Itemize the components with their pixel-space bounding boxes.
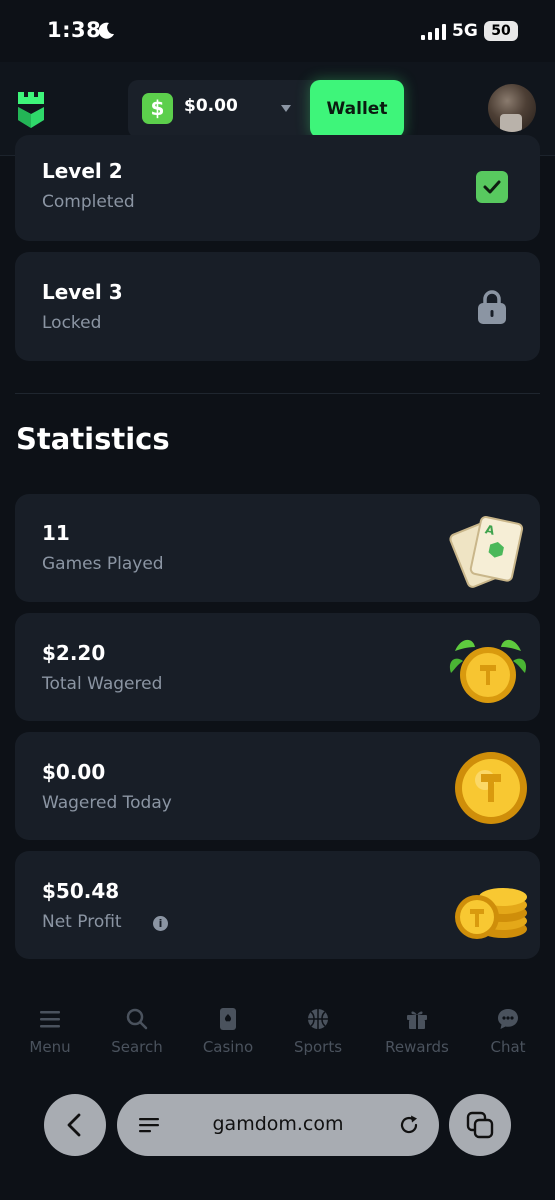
avatar[interactable] (488, 84, 536, 132)
level-status: Locked (42, 313, 102, 333)
stat-value: $2.20 (42, 641, 106, 665)
battery-indicator: 50 (484, 21, 518, 41)
casino-icon (220, 1008, 236, 1030)
info-icon[interactable]: i (153, 916, 168, 931)
url-text: gamdom.com (212, 1113, 344, 1135)
nav-item-search[interactable]: Search (92, 1005, 182, 1065)
dollar-icon: $ (142, 93, 173, 124)
stat-value: $50.48 (42, 879, 120, 903)
bottom-nav: Menu Search Casino Sports Rewards Chat (0, 1005, 555, 1065)
nav-item-rewards[interactable]: Rewards (372, 1005, 462, 1065)
nav-item-menu[interactable]: Menu (5, 1005, 95, 1065)
balance-amount: $0.00 (184, 96, 238, 116)
gamdom-logo-icon[interactable] (14, 90, 48, 130)
signal-icon (421, 24, 446, 40)
search-icon (126, 1008, 148, 1030)
section-divider (15, 393, 540, 394)
balance-selector[interactable]: $ $0.00 Wallet (128, 80, 404, 138)
nav-label: Rewards (385, 1038, 449, 1056)
level-card: Level 3 Locked (15, 252, 540, 361)
moon-icon (98, 22, 114, 39)
coin-stack-icon (455, 888, 527, 939)
stat-label: Total Wagered (42, 674, 163, 694)
chat-icon (498, 1009, 518, 1029)
nav-label: Menu (29, 1038, 71, 1056)
level-card: Level 2 Completed (15, 135, 540, 241)
statistics-heading: Statistics (16, 422, 170, 456)
chevron-down-icon (281, 105, 291, 112)
level-title: Level 3 (42, 280, 123, 304)
lock-icon (478, 290, 506, 324)
tabs-button[interactable] (449, 1094, 511, 1156)
nav-label: Casino (202, 1038, 254, 1056)
nav-label: Chat (490, 1038, 526, 1056)
stat-card: $2.20 Total Wagered (15, 613, 540, 721)
stat-label: Net Profit (42, 912, 122, 932)
sports-icon (308, 1009, 328, 1029)
gift-icon (407, 1011, 427, 1029)
cards-icon: A (449, 516, 524, 588)
coin-icon (455, 752, 527, 824)
stat-label: Wagered Today (42, 793, 172, 813)
stat-value: 11 (42, 521, 70, 545)
coin-leaves-icon (449, 639, 527, 703)
nav-item-chat[interactable]: Chat (463, 1005, 553, 1065)
status-bar: 1:38 5G 50 (0, 0, 555, 62)
level-title: Level 2 (42, 159, 123, 183)
stat-card: $0.00 Wagered Today (15, 732, 540, 840)
check-icon (476, 171, 508, 203)
menu-icon (40, 1011, 60, 1028)
status-time: 1:38 (47, 18, 102, 42)
stat-label: Games Played (42, 554, 164, 574)
level-status: Completed (42, 192, 135, 212)
stat-card: $50.48 Net Profit i (15, 851, 540, 959)
browser-back-button[interactable] (44, 1094, 106, 1156)
chevron-left-icon (67, 1113, 81, 1137)
url-bar[interactable]: gamdom.com (117, 1094, 439, 1156)
network-label: 5G (452, 21, 478, 41)
reload-icon[interactable] (398, 1114, 420, 1136)
stat-card: 11 Games Played A (15, 494, 540, 602)
nav-label: Sports (293, 1038, 343, 1056)
wallet-button[interactable]: Wallet (310, 80, 404, 138)
tabs-icon (466, 1111, 494, 1139)
nav-label: Search (111, 1038, 163, 1056)
nav-item-sports[interactable]: Sports (273, 1005, 363, 1065)
stat-value: $0.00 (42, 760, 106, 784)
nav-item-casino[interactable]: Casino (183, 1005, 273, 1065)
